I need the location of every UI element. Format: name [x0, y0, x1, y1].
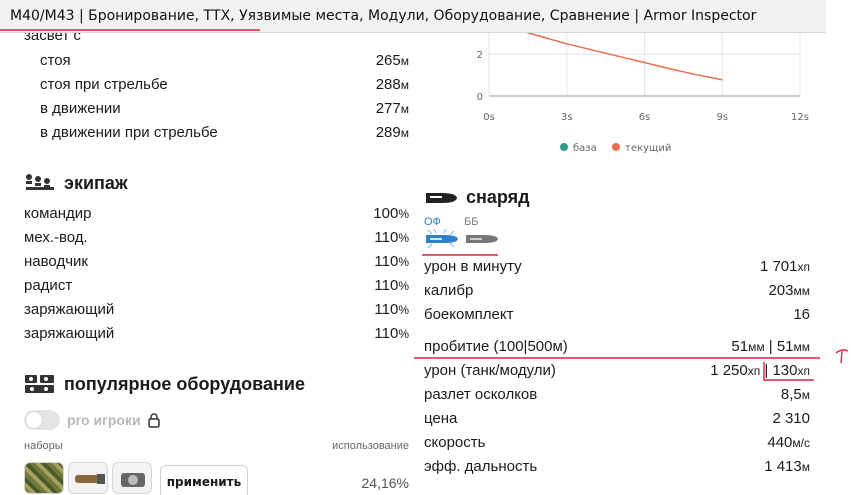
- crew-row-label: мех.-вод.: [24, 229, 88, 246]
- shell-row-value: 203мм: [768, 282, 810, 299]
- lock-icon: [148, 413, 160, 428]
- shell-icon: [426, 192, 457, 203]
- crew-row-value: 110%: [374, 253, 409, 270]
- shell-row-label: цена: [424, 410, 458, 427]
- crew-row: радист 110%: [24, 277, 409, 294]
- column-usage-header: использование: [332, 440, 409, 452]
- tab-he-label: ОФ: [424, 216, 441, 228]
- chart: 0s 3s 6s 9s 12s 0 2 база текущий: [477, 33, 809, 154]
- damage-label: урон (танк/модули): [424, 362, 556, 379]
- series-line-1: [525, 33, 723, 81]
- he-shell-icon: [426, 228, 458, 249]
- x-tick-label: 3s: [561, 112, 573, 123]
- shell-row: разлет осколков 8,5м: [424, 386, 810, 403]
- shell-row-label: урон в минуту: [424, 258, 522, 275]
- crew-row-label: заряжающий: [24, 301, 115, 318]
- x-tick-label: 9s: [716, 112, 728, 123]
- camouflage-net-icon: [24, 462, 64, 494]
- crew-title: экипаж: [64, 172, 128, 193]
- spotting-row-label: стоя: [40, 52, 71, 69]
- crew-section-title: экипаж: [24, 172, 128, 194]
- legend-label: база: [573, 143, 597, 154]
- shell-row-label: скорость: [424, 434, 486, 451]
- shell-row-label: разлет осколков: [424, 386, 538, 403]
- pro-players-label: pro игроки: [67, 412, 141, 428]
- spotting-row-value: 265м: [375, 52, 409, 69]
- shell-row-value: 1 413м: [764, 458, 810, 475]
- shell-row-label: эфф. дальность: [424, 458, 538, 475]
- crew-row: заряжающий 110%: [24, 301, 409, 318]
- vent-icon: [112, 462, 152, 494]
- spotting-row: в движении при стрельбе 289м: [40, 124, 409, 141]
- pen-value: 51мм | 51мм: [731, 338, 810, 355]
- spotting-row-label: в движении при стрельбе: [40, 124, 218, 141]
- y-tick-label: 0: [477, 92, 483, 103]
- legend-swatch: [612, 143, 620, 151]
- shell-row-value: 2 310: [772, 410, 810, 427]
- legend-label: текущий: [625, 143, 671, 154]
- pen-row: пробитие (100|500м) 51мм | 51мм: [424, 338, 810, 355]
- crew-row-value: 110%: [374, 277, 409, 294]
- shell-row: калибр 203мм: [424, 282, 810, 299]
- x-tick-label: 6s: [639, 112, 651, 123]
- annotation-checkmark: [835, 349, 849, 364]
- shell-row-value: 440м/с: [767, 434, 810, 451]
- equipment-title: популярное оборудование: [64, 373, 305, 394]
- usage-value: 24,16%: [361, 475, 409, 491]
- tab-ap-label: ББ: [464, 216, 479, 228]
- shell-row: урон в минуту 1 701хп: [424, 258, 810, 275]
- crew-row: командир 100%: [24, 205, 409, 222]
- equipment-section-title: популярное оборудование: [24, 373, 305, 395]
- crew-icon: [26, 174, 54, 190]
- crew-row-value: 110%: [374, 325, 409, 342]
- shell-row: скорость 440м/с: [424, 434, 810, 451]
- y-tick-label: 2: [477, 50, 483, 61]
- damage-row: урон (танк/модули) 1 250хп | 130хп: [424, 362, 810, 379]
- annotation-underline-tab: [422, 254, 498, 256]
- annotation-underline-tooltip: [0, 29, 260, 31]
- shell-row-value: 1 701хп: [759, 258, 810, 275]
- crew-row: мех.-вод. 110%: [24, 229, 409, 246]
- spotting-row: стоя при стрельбе 288м: [40, 76, 409, 93]
- shell-row-label: калибр: [424, 282, 474, 299]
- apply-button[interactable]: применить: [160, 465, 248, 495]
- shell-row-label: боекомплект: [424, 306, 514, 323]
- spotting-row: в движении 277м: [40, 100, 409, 117]
- pen-label: пробитие (100|500м): [424, 338, 568, 355]
- shell-row: эфф. дальность 1 413м: [424, 458, 810, 475]
- shell-section-title: снаряд: [424, 187, 530, 208]
- spotting-row-value: 277м: [375, 100, 409, 117]
- column-sets-header: наборы: [24, 440, 63, 452]
- crew-row-value: 110%: [374, 229, 409, 246]
- shell-row-value: 8,5м: [780, 386, 810, 403]
- spotting-row-value: 288м: [375, 76, 409, 93]
- shell-title: снаряд: [466, 187, 530, 207]
- spotting-row-label: стоя при стрельбе: [40, 76, 168, 93]
- shell-row: боекомплект 16: [424, 306, 810, 323]
- tab-he[interactable]: ОФ: [424, 216, 460, 254]
- tab-ap[interactable]: ББ: [464, 216, 500, 254]
- x-tick-label: 12s: [791, 112, 809, 123]
- shell-row-value: 16: [793, 306, 810, 323]
- x-tick-label: 0s: [483, 112, 495, 123]
- legend-swatch: [560, 143, 568, 151]
- equipment-icon: [25, 375, 54, 393]
- crew-row-label: радист: [24, 277, 73, 294]
- shell-row: цена 2 310: [424, 410, 810, 427]
- ap-shell-icon: [466, 235, 498, 243]
- crew-row-value: 100%: [373, 205, 409, 222]
- spotting-row-label: в движении: [40, 100, 121, 117]
- crew-row-label: командир: [24, 205, 92, 222]
- rammer-icon: [68, 462, 108, 494]
- pro-players-toggle[interactable]: [24, 410, 60, 430]
- crew-row: наводчик 110%: [24, 253, 409, 270]
- annotation-box-damage: [763, 362, 814, 381]
- crew-row-label: заряжающий: [24, 325, 115, 342]
- crew-row-value: 110%: [374, 301, 409, 318]
- spotting-row: стоя 265м: [40, 52, 409, 69]
- crew-row-label: наводчик: [24, 253, 88, 270]
- spotting-row-value: 289м: [375, 124, 409, 141]
- crew-row: заряжающий 110%: [24, 325, 409, 342]
